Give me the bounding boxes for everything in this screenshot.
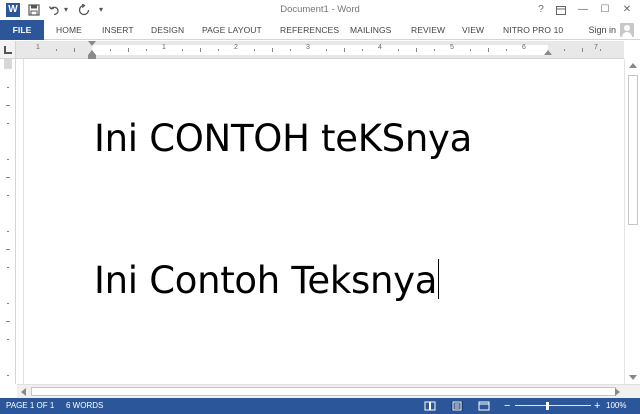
status-bar: PAGE 1 OF 1 6 WORDS − + 100% xyxy=(0,398,640,414)
horizontal-scrollbar[interactable] xyxy=(17,384,640,398)
zoom-percent[interactable]: 100% xyxy=(606,398,626,414)
maximize-icon[interactable]: ☐ xyxy=(596,2,614,18)
tab-file[interactable]: FILE xyxy=(0,20,44,40)
tab-review[interactable]: REVIEW xyxy=(411,20,445,40)
horizontal-scroll-thumb[interactable] xyxy=(31,387,616,396)
horizontal-ruler[interactable]: 1 1 2 3 4 5 6 7 xyxy=(16,41,624,59)
document-page[interactable]: Ini CONTOH teKSnya Ini Contoh Teksnya xyxy=(17,59,624,384)
tab-home[interactable]: HOME xyxy=(56,20,82,40)
tab-page-layout[interactable]: PAGE LAYOUT xyxy=(202,20,262,40)
document-text-line-2[interactable]: Ini Contoh Teksnya xyxy=(94,259,440,302)
zoom-in-button[interactable]: + xyxy=(594,398,600,414)
left-tab-stop-icon xyxy=(4,46,12,54)
print-layout-icon[interactable] xyxy=(451,401,463,411)
ribbon-tabs: FILE HOME INSERT DESIGN PAGE LAYOUT REFE… xyxy=(0,20,640,40)
ruler-number: 2 xyxy=(234,44,238,51)
document-text-line-2-content[interactable]: Ini Contoh Teksnya xyxy=(94,259,437,302)
ruler-number: 6 xyxy=(522,44,526,51)
tab-nitro-pro[interactable]: NITRO PRO 10 xyxy=(503,20,563,40)
vertical-ruler[interactable] xyxy=(0,59,16,384)
zoom-out-button[interactable]: − xyxy=(504,398,510,414)
minimize-icon[interactable]: — xyxy=(574,2,592,18)
ruler-number: 7 xyxy=(594,44,598,51)
tab-insert[interactable]: INSERT xyxy=(102,20,134,40)
tab-references[interactable]: REFERENCES xyxy=(280,20,339,40)
ruler-ticks xyxy=(56,48,601,52)
close-icon[interactable]: ✕ xyxy=(618,2,636,18)
vertical-scrollbar[interactable] xyxy=(624,59,640,384)
page-edge xyxy=(23,59,24,384)
vertical-ruler-ticks xyxy=(6,87,10,376)
web-layout-icon[interactable] xyxy=(478,401,490,411)
scroll-left-icon[interactable] xyxy=(21,388,26,396)
read-mode-icon[interactable] xyxy=(424,401,436,411)
ruler-number: 3 xyxy=(306,44,310,51)
avatar-icon[interactable] xyxy=(620,23,634,37)
help-icon[interactable]: ? xyxy=(532,2,550,18)
ruler-number: 1 xyxy=(162,44,166,51)
scroll-up-icon[interactable] xyxy=(629,63,637,68)
document-text-line-1[interactable]: Ini CONTOH teKSnya xyxy=(94,117,472,160)
ribbon-display-options-icon[interactable] xyxy=(552,2,570,18)
zoom-slider-thumb[interactable] xyxy=(546,402,549,410)
scroll-down-icon[interactable] xyxy=(629,375,637,380)
tab-selector[interactable] xyxy=(0,41,16,59)
tab-view[interactable]: VIEW xyxy=(462,20,484,40)
sign-in-link[interactable]: Sign in xyxy=(588,20,616,40)
first-line-indent-marker[interactable] xyxy=(88,41,96,46)
vertical-scroll-thumb[interactable] xyxy=(628,75,638,225)
right-indent-marker[interactable] xyxy=(544,50,552,55)
word-count[interactable]: 6 WORDS xyxy=(66,398,103,414)
ruler-number: 4 xyxy=(378,44,382,51)
tab-mailings[interactable]: MAILINGS xyxy=(350,20,391,40)
scroll-right-icon[interactable] xyxy=(615,388,620,396)
ruler-number: 1 xyxy=(36,44,40,51)
page-count[interactable]: PAGE 1 OF 1 xyxy=(6,398,54,414)
zoom-slider[interactable] xyxy=(515,405,591,406)
ruler-number: 5 xyxy=(450,44,454,51)
title-bar: W ▾ ▾ Document1 - Word ? — ☐ ✕ xyxy=(0,0,640,20)
tab-design[interactable]: DESIGN xyxy=(151,20,184,40)
text-caret xyxy=(438,259,440,299)
